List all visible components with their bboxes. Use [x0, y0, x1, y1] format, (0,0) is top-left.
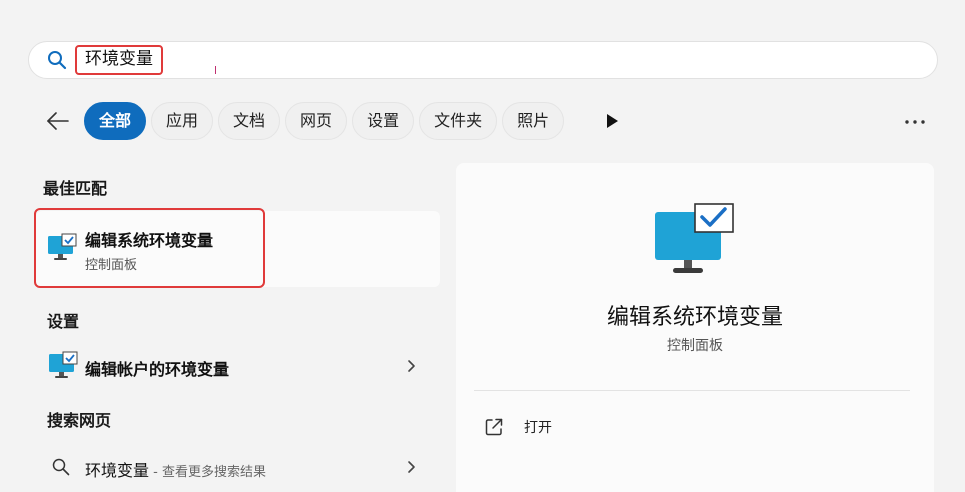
web-search-item[interactable]: 环境变量 - 查看更多搜索结果: [36, 444, 440, 490]
more-options-icon[interactable]: [904, 118, 926, 126]
web-search-hint: - 查看更多搜索结果: [149, 465, 266, 480]
web-search-heading: 搜索网页: [47, 411, 112, 430]
search-bar[interactable]: 环境变量: [28, 41, 938, 79]
search-icon: [48, 51, 67, 70]
open-label: 打开: [524, 420, 552, 436]
web-search-text: 环境变量 - 查看更多搜索结果: [85, 457, 266, 481]
search-input[interactable]: 环境变量: [75, 45, 163, 75]
filter-chip-settings[interactable]: 设置: [352, 102, 415, 140]
search-icon: [52, 458, 70, 476]
detail-title: 编辑系统环境变量: [606, 305, 783, 330]
open-external-icon: [485, 418, 503, 436]
filter-chip-all[interactable]: 全部: [84, 102, 147, 140]
filter-chip-documents[interactable]: 文档: [218, 102, 281, 140]
best-match-heading: 最佳匹配: [43, 179, 108, 198]
text-caret: [215, 66, 216, 74]
filter-chip-photos[interactable]: 照片: [502, 102, 565, 140]
back-arrow-icon[interactable]: [45, 108, 71, 134]
filter-chip-web[interactable]: 网页: [285, 102, 348, 140]
detail-divider: [474, 390, 910, 391]
best-match-highlight-box: [34, 208, 265, 288]
filter-tabs: 全部 应用 文档 网页 设置 文件夹 照片: [84, 102, 565, 140]
more-filters-play-icon[interactable]: [604, 113, 620, 129]
control-panel-monitor-icon: [49, 351, 78, 378]
settings-item-title: 编辑帐户的环境变量: [85, 360, 230, 379]
settings-heading: 设置: [47, 312, 80, 331]
chevron-right-icon: [408, 461, 415, 473]
control-panel-monitor-icon: [655, 203, 734, 273]
settings-item[interactable]: 编辑帐户的环境变量: [36, 343, 440, 389]
filter-chip-folders[interactable]: 文件夹: [419, 102, 498, 140]
filter-chip-apps[interactable]: 应用: [151, 102, 214, 140]
web-search-query: 环境变量: [85, 461, 150, 480]
chevron-right-icon: [408, 360, 415, 372]
detail-subtitle: 控制面板: [667, 338, 723, 354]
open-action[interactable]: 打开: [484, 415, 684, 439]
detail-panel: 编辑系统环境变量 控制面板 打开: [456, 163, 934, 492]
